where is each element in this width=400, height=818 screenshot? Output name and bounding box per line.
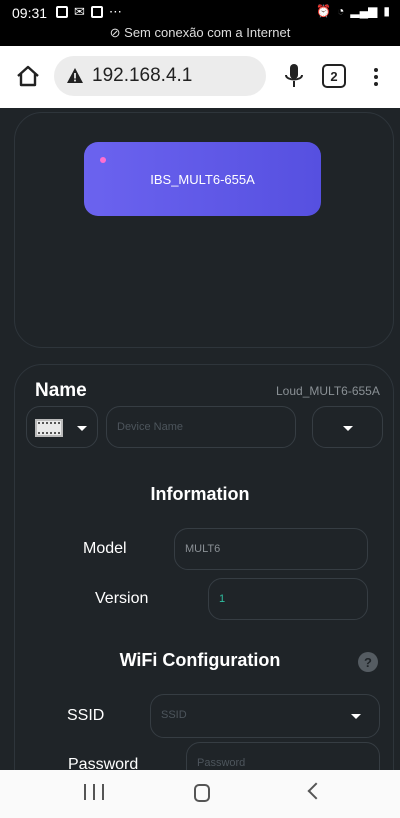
recent-apps-icon[interactable]	[84, 782, 104, 802]
app-icon	[90, 6, 103, 18]
device-name-input[interactable]: Device Name	[106, 406, 296, 448]
browser-toolbar: 192.168.4.1 2	[0, 46, 400, 108]
system-nav-bar	[0, 770, 400, 818]
model-value: MULT6	[185, 543, 221, 555]
alarm-icon: ⏰	[316, 4, 332, 18]
gallery-icon	[56, 6, 68, 18]
status-time: 09:31	[12, 5, 48, 21]
not-secure-warning-icon	[67, 68, 83, 83]
device-card-name: IBS_MULT6-655A	[150, 172, 255, 187]
name-heading: Name	[35, 380, 87, 401]
more-icon: ⋯	[108, 4, 122, 19]
url-text: 192.168.4.1	[92, 65, 193, 86]
home-nav-icon[interactable]	[194, 784, 210, 802]
wifi-config-heading: WiFi Configuration	[119, 650, 281, 670]
battery-icon: ▮	[383, 4, 390, 18]
system-icons: ⏰ ◔ ▂▄▆ ▮	[316, 4, 390, 18]
icon-select[interactable]	[26, 406, 98, 448]
version-label: Version	[95, 590, 149, 607]
password-placeholder: Password	[197, 757, 246, 769]
information-heading: Information	[150, 484, 250, 504]
status-bar: 09:31 ✉ ⋯ ⏰ ◔ ▂▄▆ ▮ ⊘ Sem conexão com a …	[0, 0, 400, 46]
status-dot	[100, 157, 106, 163]
microphone-icon[interactable]	[282, 62, 306, 90]
ssid-placeholder: SSID	[161, 709, 187, 721]
device-name-placeholder: Device Name	[117, 421, 184, 433]
help-icon[interactable]: ?	[358, 652, 378, 672]
chevron-down-icon	[77, 426, 87, 431]
overflow-menu-icon[interactable]	[364, 63, 388, 91]
password-label: Password	[68, 756, 139, 770]
mail-icon: ✉	[74, 4, 85, 19]
version-value: 1	[219, 593, 226, 605]
cloud-off-icon: ⊘	[109, 25, 125, 40]
device-type-icon	[35, 419, 63, 437]
back-icon[interactable]	[307, 782, 325, 800]
offline-text: Sem conexão com a Internet	[124, 25, 291, 40]
ssid-select[interactable]: SSID	[150, 694, 380, 738]
page-content: IBS_MULT6-655A Name Loud_MULT6-655A Devi…	[0, 108, 400, 770]
version-field: 1	[208, 578, 368, 620]
home-icon[interactable]	[14, 62, 42, 90]
ssid-label: SSID	[67, 707, 105, 724]
password-input[interactable]: Password	[186, 742, 380, 770]
model-label: Model	[83, 540, 127, 557]
notification-icons: ✉ ⋯	[56, 4, 122, 20]
model-field: MULT6	[174, 528, 368, 570]
offline-notice: ⊘ Sem conexão com a Internet	[0, 25, 400, 41]
device-card[interactable]: IBS_MULT6-655A	[84, 142, 321, 216]
name-suffix-select[interactable]	[312, 406, 383, 448]
wifi-icon: ◔	[337, 4, 345, 18]
chevron-down-icon	[343, 426, 353, 431]
chevron-down-icon	[351, 714, 361, 719]
address-bar[interactable]: 192.168.4.1	[54, 56, 266, 96]
signal-icon: ▂▄▆	[350, 4, 378, 18]
tab-switcher-button[interactable]: 2	[322, 64, 346, 88]
current-device-name: Loud_MULT6-655A	[276, 384, 380, 398]
